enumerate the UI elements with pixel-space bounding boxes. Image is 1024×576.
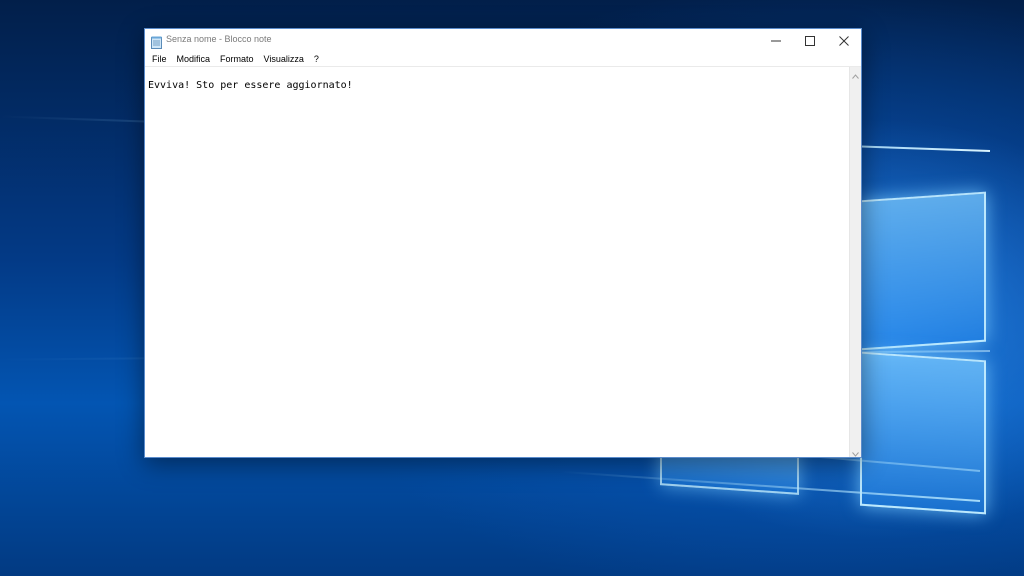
scroll-up-button[interactable] — [850, 67, 861, 79]
window-title: Senza nome - Blocco note — [166, 34, 272, 44]
scroll-down-button[interactable] — [850, 445, 861, 457]
maximize-button[interactable] — [793, 29, 827, 51]
menu-formato[interactable]: Formato — [215, 52, 259, 66]
chevron-up-icon — [852, 64, 859, 83]
title-bar[interactable]: Senza nome - Blocco note — [145, 29, 861, 52]
chevron-down-icon — [852, 442, 859, 461]
menu-bar: File Modifica Formato Visualizza ? — [145, 52, 861, 67]
notepad-icon — [151, 34, 162, 49]
maximize-icon — [805, 31, 815, 50]
notepad-window: Senza nome - Blocco note File Modifica F… — [144, 28, 862, 458]
logo-pane-bottom — [860, 351, 986, 515]
minimize-icon — [771, 31, 781, 50]
menu-file[interactable]: File — [147, 52, 172, 66]
vertical-scrollbar[interactable] — [849, 67, 861, 457]
logo-pane-top — [860, 191, 986, 351]
menu-visualizza[interactable]: Visualizza — [259, 52, 309, 66]
menu-modifica[interactable]: Modifica — [172, 52, 216, 66]
text-editor[interactable]: Evviva! Sto per essere aggiornato! — [145, 67, 849, 457]
minimize-button[interactable] — [759, 29, 793, 51]
close-button[interactable] — [827, 29, 861, 51]
close-icon — [839, 31, 849, 50]
editor-content: Evviva! Sto per essere aggiornato! — [148, 80, 353, 91]
menu-help[interactable]: ? — [309, 52, 324, 66]
